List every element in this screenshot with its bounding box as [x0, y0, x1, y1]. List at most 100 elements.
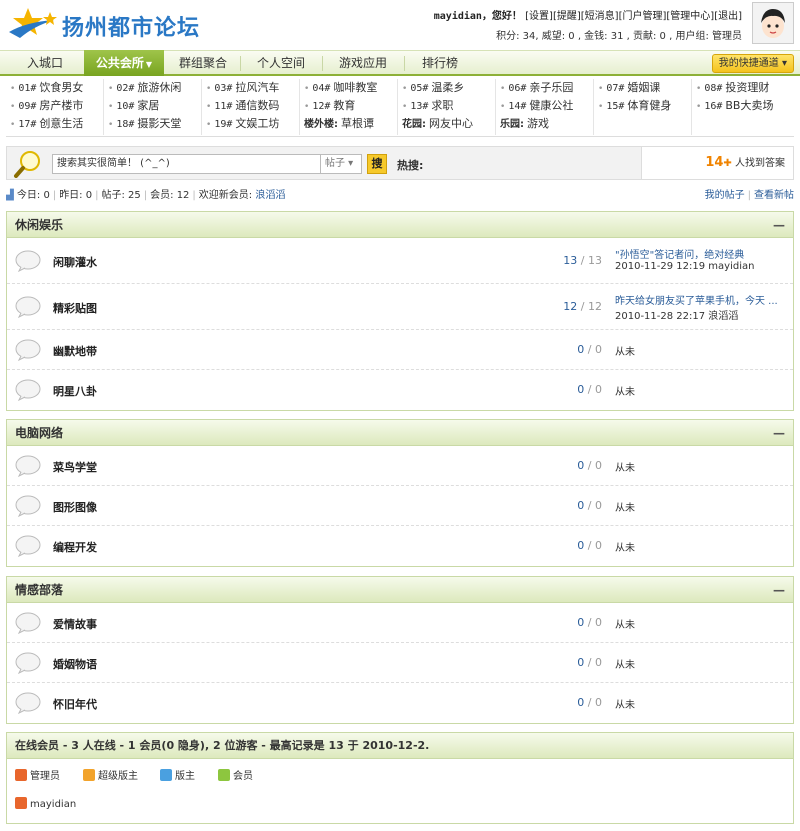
last-post-info: 从未	[615, 503, 635, 514]
sub-menu-number: 10#	[116, 101, 135, 112]
sub-menu-item[interactable]: • 19# 文娱工坊	[206, 115, 279, 133]
forum-row[interactable]: 编程开发 0 / 0 从未	[7, 526, 793, 566]
forum-counts: 0 / 0	[577, 696, 602, 709]
forum-name[interactable]: 菜鸟学堂	[53, 459, 97, 475]
forum-row[interactable]: 闲聊灌水 13 / 13 "孙悟空"答记者问，绝对经典 2010-11-29 12:1…	[7, 238, 793, 284]
nav-item-groups[interactable]: 群组聚合	[170, 51, 236, 75]
sub-menu-item[interactable]: • 03# 拉风汽车	[206, 79, 279, 97]
messages-link[interactable]: [短消息]	[581, 11, 619, 22]
bullet-icon: •	[304, 102, 310, 112]
sub-menu-item[interactable]: • 01# 饮食男女	[10, 79, 83, 97]
sub-menu-number: 花园:	[402, 119, 426, 130]
forum-row[interactable]: 明星八卦 0 / 0 从未	[7, 370, 793, 410]
settings-link[interactable]: [设置]	[525, 11, 553, 22]
sub-menu-item[interactable]: • 05# 温柔乡	[402, 79, 464, 97]
forum-row[interactable]: 爱情故事 0 / 0 从未	[7, 603, 793, 643]
online-user[interactable]: mayidian	[15, 797, 76, 810]
sub-menu-divider	[397, 79, 398, 135]
forum-row[interactable]: 怀旧年代 0 / 0 从未	[7, 683, 793, 723]
last-post-title[interactable]: "孙悟空"答记者问，绝对经典	[615, 246, 754, 261]
sub-menu-item[interactable]: • 04# 咖啡教室	[304, 79, 377, 97]
sub-menu-number: 09#	[18, 101, 37, 112]
forum-group-header[interactable]: 电脑网络 —	[7, 420, 793, 446]
my-posts-link[interactable]: 我的帖子	[705, 190, 745, 201]
sub-menu-label: 体育健身	[627, 99, 672, 112]
forum-name[interactable]: 明星八卦	[53, 383, 97, 399]
forum-name[interactable]: 图形图像	[53, 499, 97, 515]
logout-link[interactable]: [退出]	[714, 11, 742, 22]
forum-row[interactable]: 图形图像 0 / 0 从未	[7, 486, 793, 526]
user-stats: 积分: 34, 威望: 0 , 金钱: 31 , 贡献: 0 , 用户组: 管理…	[496, 31, 742, 42]
avatar[interactable]	[752, 2, 794, 44]
admin-center-link[interactable]: [管理中心]	[666, 11, 714, 22]
forum-name[interactable]: 怀旧年代	[53, 696, 97, 712]
forum-row[interactable]: 幽默地带 0 / 0 从未	[7, 330, 793, 370]
speech-bubble-icon	[15, 692, 41, 715]
sub-menu-item[interactable]: • 06# 亲子乐园	[500, 79, 573, 97]
sub-menu-item[interactable]: 楼外楼: 草根谭	[304, 115, 374, 133]
search-input[interactable]: 搜索其实很简单！ (^_^)	[52, 154, 322, 174]
forum-group-header[interactable]: 情感部落 —	[7, 577, 793, 603]
collapse-icon[interactable]: —	[773, 577, 785, 603]
forum-name[interactable]: 爱情故事	[53, 616, 97, 632]
nav-item-public[interactable]: 公共会所 ▼	[84, 50, 164, 76]
portal-admin-link[interactable]: [门户管理]	[619, 11, 667, 22]
legend-admin: 管理员	[15, 767, 60, 782]
speech-bubble-icon	[15, 535, 41, 558]
nav-item-games[interactable]: 游戏应用	[328, 51, 398, 75]
forum-name[interactable]: 婚姻物语	[53, 656, 97, 672]
sub-menu-item[interactable]: • 10# 家居	[108, 97, 159, 115]
nav-item-entrance[interactable]: 入城口	[10, 51, 80, 75]
sub-menu-number: 03#	[214, 83, 233, 94]
person-icon: ✚	[723, 158, 732, 169]
username[interactable]: mayidian	[434, 11, 482, 22]
sub-menu-item[interactable]: • 18# 摄影天堂	[108, 115, 181, 133]
search-button[interactable]: 搜	[367, 154, 387, 174]
forum-row[interactable]: 精彩贴图 12 / 12 昨天给女朋友买了苹果手机，今天 ... 2010-11-28…	[7, 284, 793, 330]
new-member-link[interactable]: 浪滔滔	[255, 190, 285, 201]
nav-item-ranking[interactable]: 排行榜	[410, 51, 470, 75]
collapse-icon[interactable]: —	[773, 420, 785, 446]
bullet-icon: •	[108, 120, 114, 130]
forum-row[interactable]: 菜鸟学堂 0 / 0 从未	[7, 446, 793, 486]
sub-menu-item[interactable]: 乐园: 游戏	[500, 115, 549, 133]
sub-menu-item[interactable]: • 14# 健康公社	[500, 97, 573, 115]
sub-menu-item[interactable]: • 13# 求职	[402, 97, 453, 115]
post-count: 0	[595, 656, 602, 669]
forum-name[interactable]: 精彩贴图	[53, 300, 97, 316]
collapse-icon[interactable]: —	[773, 212, 785, 238]
bullet-icon: •	[206, 84, 212, 94]
sub-menu-item[interactable]: • 11# 通信数码	[206, 97, 279, 115]
sub-menu-divider	[201, 79, 202, 135]
last-post-title[interactable]: 昨天给女朋友买了苹果手机，今天 ...	[615, 292, 778, 307]
post-count: 0	[595, 343, 602, 356]
sub-menu-item[interactable]: • 09# 房产楼市	[10, 97, 83, 115]
sub-menu-item[interactable]: • 15# 体育健身	[598, 97, 671, 115]
forum-group-header[interactable]: 休闲娱乐 —	[7, 212, 793, 238]
admin-user-icon	[15, 797, 27, 809]
notify-link[interactable]: [提醒]	[553, 11, 581, 22]
legend-label: 版主	[175, 771, 195, 782]
sub-menu-label: BB大卖场	[725, 99, 774, 112]
answer-text: 人找到答案	[731, 158, 785, 169]
sub-menu-item[interactable]: 花园: 网友中心	[402, 115, 473, 133]
sub-menu-item[interactable]: • 07# 婚姻课	[598, 79, 660, 97]
sub-menu-number: 乐园:	[500, 119, 524, 130]
quick-access-button[interactable]: 我的快捷通道 ▾	[711, 54, 794, 73]
sub-menu-item[interactable]: • 02# 旅游休闲	[108, 79, 181, 97]
nav-item-space[interactable]: 个人空间	[246, 51, 316, 75]
forum-name[interactable]: 幽默地带	[53, 343, 97, 359]
sub-menu-item[interactable]: • 16# BB大卖场	[696, 97, 773, 115]
new-posts-link[interactable]: 查看新帖	[754, 190, 794, 201]
sub-menu: • 01# 饮食男女 • 02# 旅游休闲 • 03# 拉风汽车 • 04# 咖啡教室 • 05# 温柔乡 •…	[6, 79, 794, 137]
sub-menu-item[interactable]: • 12# 教育	[304, 97, 355, 115]
sub-menu-item[interactable]: • 17# 创意生活	[10, 115, 83, 133]
forum-counts: 0 / 0	[577, 459, 602, 472]
search-type-select[interactable]: 帖子 ▾	[320, 154, 362, 174]
forum-row[interactable]: 婚姻物语 0 / 0 从未	[7, 643, 793, 683]
admin-user-icon	[15, 769, 27, 781]
sub-menu-number: 08#	[704, 83, 723, 94]
forum-name[interactable]: 编程开发	[53, 539, 97, 555]
sub-menu-item[interactable]: • 08# 投资理财	[696, 79, 769, 97]
forum-name[interactable]: 闲聊灌水	[53, 254, 97, 270]
